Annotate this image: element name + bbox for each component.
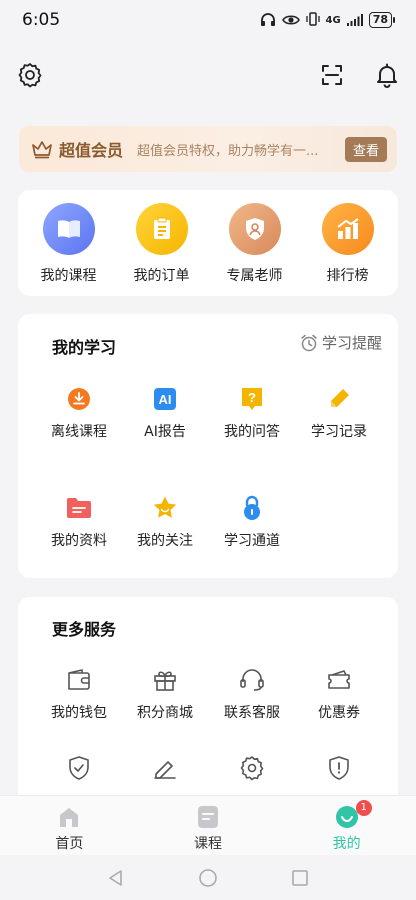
headphones-icon: [260, 11, 276, 30]
shield-check-icon: [66, 755, 92, 781]
quick-action-label: 排行榜: [326, 268, 369, 284]
headset-icon: [239, 667, 265, 693]
network-type-label: 4G: [325, 14, 341, 26]
study-item-study-record[interactable]: 学习记录: [299, 386, 379, 441]
vip-description: 超值会员特权，助力畅学有一...: [137, 143, 319, 159]
service-item-label: 我的钱包: [51, 705, 107, 721]
vip-view-button[interactable]: 查看: [344, 136, 387, 162]
gear-icon: [18, 63, 42, 88]
settings-button[interactable]: [15, 60, 45, 90]
book-icon: [42, 203, 95, 255]
signal-icon: [346, 11, 363, 30]
order-clipboard-icon: [135, 203, 188, 255]
status-bar: 6:05 4G 78: [0, 0, 416, 40]
pencil-icon: [326, 386, 352, 412]
top-bar: [0, 58, 416, 94]
study-item-label: 我的资料: [51, 533, 107, 549]
settings-icon: [239, 755, 265, 781]
quick-action-exclusive-teacher[interactable]: 专属老师: [212, 203, 298, 296]
star-icon: [152, 495, 178, 521]
system-nav-bar: [0, 855, 416, 900]
service-item-label: 积分商城: [137, 705, 193, 721]
battery-indicator: 78: [368, 12, 396, 28]
service-item-feedback[interactable]: [125, 755, 205, 790]
study-item-offline-courses[interactable]: 离线课程: [39, 386, 119, 441]
service-item-coupons[interactable]: 优惠券: [299, 667, 379, 722]
back-icon[interactable]: [106, 868, 126, 888]
svg-text:?: ?: [248, 390, 256, 405]
home-icon: [60, 808, 79, 827]
scan-icon: [322, 65, 342, 85]
my-study-card: 我的学习 学习提醒 离线课程 AI AI报告 ? 我的问答 学习记录 我的资料 …: [18, 314, 398, 578]
edit-icon: [152, 755, 178, 781]
nav-tab-label: 课程: [194, 836, 222, 852]
ranking-chart-icon: [321, 203, 374, 255]
study-item-my-materials[interactable]: 我的资料: [39, 495, 119, 550]
svg-text:AI: AI: [159, 392, 172, 407]
vip-banner[interactable]: 超值会员 超值会员特权，助力畅学有一... 查看: [19, 126, 397, 172]
notifications-button[interactable]: [372, 60, 402, 90]
service-item-settings[interactable]: [212, 755, 292, 790]
service-item-label: 联系客服: [224, 705, 280, 721]
service-item-points-mall[interactable]: 积分商城: [125, 667, 205, 722]
scan-button[interactable]: [317, 60, 347, 90]
nav-tab-home[interactable]: 首页: [0, 796, 139, 855]
vibrate-icon: [305, 11, 320, 30]
study-item-my-questions[interactable]: ? 我的问答: [212, 386, 292, 441]
quick-action-label: 我的订单: [133, 268, 190, 284]
study-item-label: 我的问答: [224, 424, 280, 440]
more-services-title: 更多服务: [52, 620, 117, 639]
lock-icon: [239, 495, 265, 521]
alert-shield-icon: [326, 755, 352, 781]
study-item-ai-report[interactable]: AI AI报告: [125, 386, 205, 441]
quick-actions-card: 我的课程 我的订单 专属老师 排行榜: [18, 190, 398, 296]
service-item-security[interactable]: [39, 755, 119, 790]
teacher-shield-icon: [228, 203, 281, 255]
service-item-wallet[interactable]: 我的钱包: [39, 667, 119, 722]
status-icons: 4G 78: [260, 11, 396, 30]
crown-icon: [32, 141, 52, 159]
nav-tab-label: 我的: [332, 836, 361, 852]
alarm-clock-icon: [301, 334, 317, 351]
quick-action-ranking[interactable]: 排行榜: [305, 203, 391, 296]
study-item-study-channel[interactable]: 学习通道: [212, 495, 292, 550]
vip-title: 超值会员: [59, 141, 124, 160]
study-reminder-label: 学习提醒: [321, 334, 382, 352]
bottom-nav: 首页 课程 1 我的: [0, 795, 416, 855]
bell-icon: [377, 63, 397, 88]
gift-icon: [152, 667, 178, 693]
folder-icon: [66, 495, 92, 521]
study-item-my-follows[interactable]: 我的关注: [125, 495, 205, 550]
download-icon: [66, 386, 92, 412]
service-item-customer-service[interactable]: 联系客服: [212, 667, 292, 722]
quick-action-my-courses[interactable]: 我的课程: [26, 203, 112, 296]
nav-tab-me[interactable]: 1 我的: [277, 796, 416, 855]
notification-badge: 1: [355, 800, 372, 816]
home-circle-icon[interactable]: [198, 868, 218, 888]
more-services-card: 更多服务 我的钱包 积分商城 联系客服 优惠券: [18, 597, 398, 817]
service-item-report[interactable]: [299, 755, 379, 790]
service-item-label: 优惠券: [318, 705, 360, 721]
status-time: 6:05: [22, 10, 61, 30]
quick-action-label: 专属老师: [226, 268, 283, 284]
study-item-label: 学习记录: [311, 424, 367, 440]
quick-action-my-orders[interactable]: 我的订单: [119, 203, 205, 296]
recents-icon[interactable]: [290, 868, 310, 888]
my-study-title: 我的学习: [52, 338, 117, 357]
quick-action-label: 我的课程: [40, 268, 97, 284]
study-item-label: AI报告: [144, 424, 186, 440]
study-item-label: 学习通道: [224, 533, 280, 549]
question-icon: ?: [239, 386, 265, 412]
study-reminder-link[interactable]: 学习提醒: [300, 332, 382, 353]
study-item-label: 离线课程: [51, 424, 107, 440]
ai-report-icon: AI: [152, 386, 178, 412]
nav-tab-label: 首页: [55, 836, 84, 852]
nav-tab-courses[interactable]: 课程: [139, 796, 278, 855]
eye-icon: [281, 11, 300, 30]
course-icon: [198, 806, 218, 828]
study-item-label: 我的关注: [137, 533, 193, 549]
wallet-icon: [66, 667, 92, 693]
coupon-icon: [326, 667, 352, 693]
